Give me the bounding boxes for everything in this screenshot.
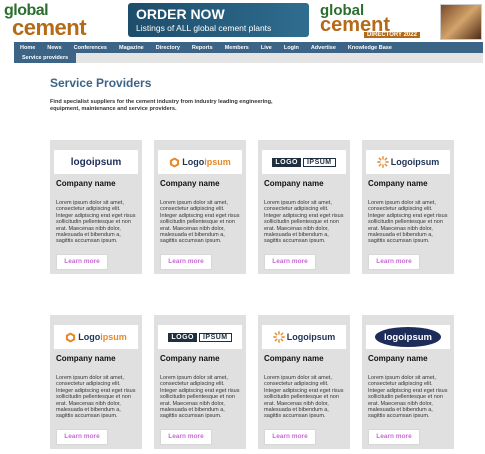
company-name: Company name: [368, 179, 428, 188]
main-nav: Home News Conferences Magazine Directory…: [14, 42, 483, 53]
company-name: Company name: [160, 354, 220, 363]
page-description: Find specialist suppliers for the cement…: [50, 99, 273, 112]
nav-item-magazine[interactable]: Magazine: [113, 45, 150, 51]
nav-item-reports[interactable]: Reports: [186, 45, 219, 51]
sun-logo-icon: [376, 156, 389, 168]
company-name: Company name: [264, 354, 324, 363]
logo-word-cement: cement: [12, 15, 87, 40]
advert-title: ORDER NOW: [136, 6, 225, 22]
company-logo[interactable]: Logoipsum: [54, 325, 138, 349]
hexagon-logo-icon: [66, 331, 76, 343]
company-description: Lorem ipsum dolor sit amet, consectetur …: [264, 375, 344, 420]
nav-item-conferences[interactable]: Conferences: [68, 45, 113, 51]
company-name: Company name: [264, 179, 324, 188]
provider-card: Logoipsum Company name Lorem ipsum dolor…: [50, 315, 142, 449]
directory-cover-image[interactable]: [440, 4, 482, 40]
company-name: Company name: [56, 354, 116, 363]
site-logo[interactable]: global cement: [4, 2, 124, 40]
learn-more-button[interactable]: Learn more: [368, 254, 420, 270]
logo-wordmark-part1: LOGO: [168, 332, 197, 342]
nav-item-live[interactable]: Live: [255, 45, 278, 51]
logo-wordmark-part1: LOGO: [272, 157, 301, 167]
company-name: Company name: [160, 179, 220, 188]
nav-item-home[interactable]: Home: [14, 45, 41, 51]
advert-subtitle: Listings of ALL global cement plants: [136, 23, 272, 33]
company-description: Lorem ipsum dolor sit amet, consectetur …: [264, 200, 344, 245]
logo-wordmark-part2: IPSUM: [302, 157, 336, 167]
company-description: Lorem ipsum dolor sit amet, consectetur …: [368, 200, 448, 245]
nav-item-directory[interactable]: Directory: [150, 45, 186, 51]
top-banner: global cement ORDER NOW Listings of ALL …: [0, 0, 485, 42]
learn-more-button[interactable]: Learn more: [56, 429, 108, 445]
directory-year-label: DIRECTORY 2022: [364, 32, 420, 38]
order-now-advert[interactable]: ORDER NOW Listings of ALL global cement …: [128, 3, 309, 37]
learn-more-button[interactable]: Learn more: [264, 254, 316, 270]
company-logo[interactable]: LOGO IPSUM: [262, 150, 346, 174]
logo-wordmark-part1: Logo: [182, 157, 205, 167]
company-logo[interactable]: logoipsum: [366, 325, 450, 349]
hexagon-logo-icon: [170, 156, 180, 168]
page-title: Service Providers: [50, 76, 152, 90]
logo-wordmark: Logoipsum: [390, 157, 440, 167]
provider-card: logoipsum Company name Lorem ipsum dolor…: [50, 140, 142, 274]
boxed-wordmark: LOGO IPSUM: [272, 157, 336, 167]
nav-item-login[interactable]: Login: [278, 45, 305, 51]
logo-wordmark-part2: IPSUM: [198, 332, 232, 342]
company-logo[interactable]: Logoipsum: [262, 325, 346, 349]
learn-more-button[interactable]: Learn more: [264, 429, 316, 445]
nav-item-members[interactable]: Members: [219, 45, 255, 51]
company-description: Lorem ipsum dolor sit amet, consectetur …: [160, 375, 240, 420]
ellipse-wordmark: logoipsum: [375, 327, 441, 347]
learn-more-button[interactable]: Learn more: [56, 254, 108, 270]
logo-wordmark-part2: ipsum: [204, 157, 231, 167]
learn-more-button[interactable]: Learn more: [160, 254, 212, 270]
sun-logo-icon: [272, 331, 285, 343]
provider-card: Logoipsum Company name Lorem ipsum dolor…: [258, 315, 350, 449]
provider-card: Logoipsum Company name Lorem ipsum dolor…: [154, 140, 246, 274]
logo-wordmark: logoipsum: [70, 156, 122, 168]
company-name: Company name: [56, 179, 116, 188]
logo-wordmark-part1: Logo: [78, 332, 101, 342]
page: global cement ORDER NOW Listings of ALL …: [0, 0, 485, 454]
provider-card: LOGO IPSUM Company name Lorem ipsum dolo…: [258, 140, 350, 274]
company-logo[interactable]: logoipsum: [54, 150, 138, 174]
provider-card: logoipsum Company name Lorem ipsum dolor…: [362, 315, 454, 449]
company-logo[interactable]: Logoipsum: [366, 150, 450, 174]
company-description: Lorem ipsum dolor sit amet, consectetur …: [56, 375, 136, 420]
main-content: Service Providers Find specialist suppli…: [14, 63, 483, 454]
learn-more-button[interactable]: Learn more: [160, 429, 212, 445]
company-description: Lorem ipsum dolor sit amet, consectetur …: [368, 375, 448, 420]
nav-item-knowledge-base[interactable]: Knowledge Base: [342, 45, 398, 51]
provider-card: LOGO IPSUM Company name Lorem ipsum dolo…: [154, 315, 246, 449]
sub-nav: Service providers: [14, 53, 483, 63]
company-logo[interactable]: LOGO IPSUM: [158, 325, 242, 349]
company-logo[interactable]: Logoipsum: [158, 150, 242, 174]
learn-more-button[interactable]: Learn more: [368, 429, 420, 445]
nav-item-news[interactable]: News: [41, 45, 67, 51]
directory-logo[interactable]: global cement DIRECTORY 2022: [316, 2, 436, 40]
company-name: Company name: [368, 354, 428, 363]
provider-card: Logoipsum Company name Lorem ipsum dolor…: [362, 140, 454, 274]
logo-wordmark: Logoipsum: [286, 332, 336, 342]
nav-item-advertise[interactable]: Advertise: [305, 45, 342, 51]
logo-wordmark-part2: ipsum: [100, 332, 127, 342]
breadcrumb[interactable]: Service providers: [14, 53, 77, 63]
boxed-wordmark: LOGO IPSUM: [168, 332, 232, 342]
company-description: Lorem ipsum dolor sit amet, consectetur …: [56, 200, 136, 245]
company-description: Lorem ipsum dolor sit amet, consectetur …: [160, 200, 240, 245]
